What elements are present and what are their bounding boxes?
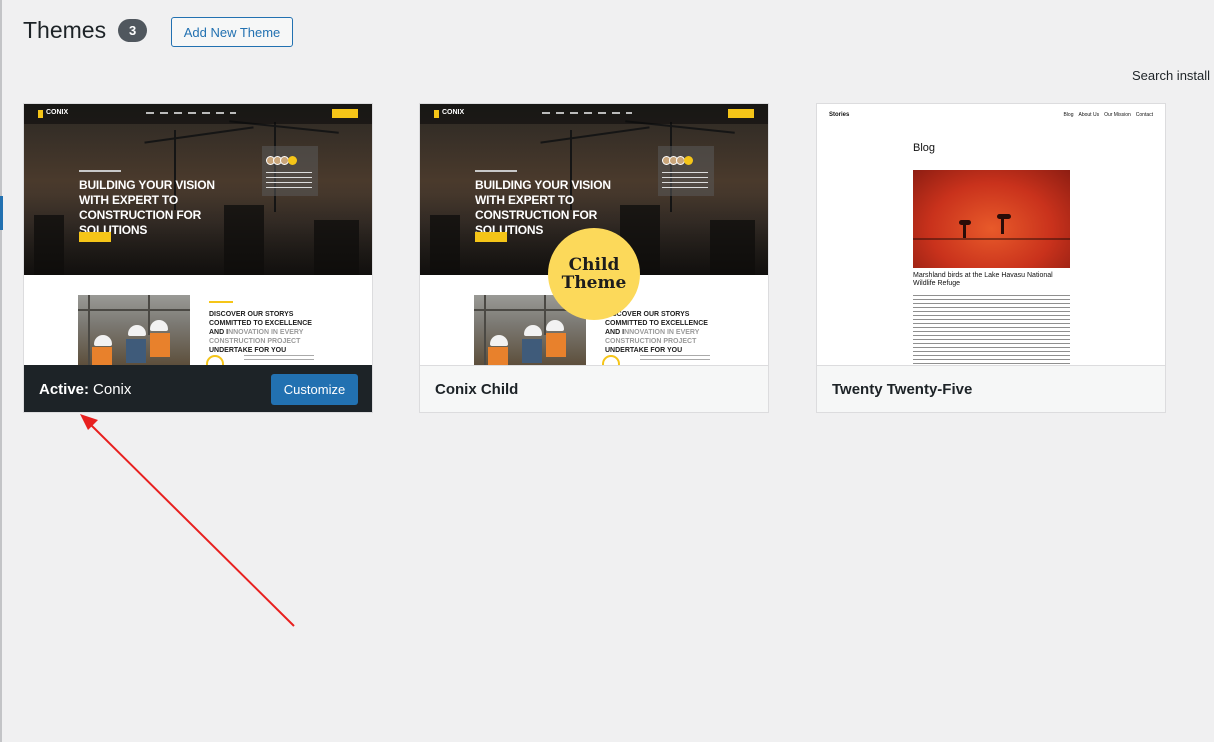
vest	[150, 333, 170, 357]
vest	[546, 333, 566, 357]
theme-screenshot-conix-child[interactable]: CONIX BUILDING YOUR VISION WITH EXPERT T…	[420, 104, 768, 365]
child-theme-badge: Child Theme	[548, 228, 640, 320]
theme-screenshot-twenty-twenty-five[interactable]: Stories Blog About Us Our Mission Contac…	[817, 104, 1165, 365]
search-installed-themes-label[interactable]: Search install	[1132, 68, 1210, 83]
theme-name: Conix	[93, 381, 132, 398]
preview-nav-item: Our Mission	[1104, 112, 1131, 118]
helmet	[150, 320, 168, 331]
theme-card-twenty-twenty-five[interactable]: Stories Blog About Us Our Mission Contac…	[816, 103, 1166, 413]
preview-nav-item: Blog	[1063, 112, 1074, 118]
theme-screenshot-conix[interactable]: CONIX BUILDING YOUR VISION WITH EXPERT T…	[24, 104, 372, 365]
avatar-plus-icon	[288, 156, 297, 165]
preview-section-title: DISCOVER OUR STORYS COMMITTED TO EXCELLE…	[605, 311, 708, 354]
preview-hero-title: BUILDING YOUR VISION WITH EXPERT TO CONS…	[475, 178, 611, 237]
preview-hero-card	[658, 146, 714, 196]
preview-section-text	[640, 355, 710, 363]
preview-hero-title: BUILDING YOUR VISION WITH EXPERT TO CONS…	[79, 178, 215, 237]
vest	[488, 347, 508, 365]
preview-nav-links	[146, 112, 236, 114]
vest	[522, 339, 542, 363]
child-badge-line-2: Theme	[561, 273, 627, 293]
theme-name: Twenty Twenty-Five	[832, 381, 973, 398]
preview-page: Stories Blog About Us Our Mission Contac…	[817, 104, 1165, 365]
preview-nav-cta	[332, 109, 358, 118]
bird	[959, 220, 971, 225]
theme-name: Conix Child	[435, 381, 519, 398]
helmet	[490, 335, 508, 346]
preview-nav-item: Contact	[1135, 112, 1153, 118]
preview-card-text	[662, 172, 708, 188]
theme-card-conix-child[interactable]: CONIX BUILDING YOUR VISION WITH EXPERT T…	[419, 103, 769, 413]
preview-body-text	[913, 295, 1070, 365]
preview-section-title: DISCOVER OUR STORYS COMMITTED TO EXCELLE…	[209, 311, 312, 354]
theme-active-bar: Active: Conix Customize	[24, 365, 372, 412]
preview-nav: CONIX	[24, 104, 372, 124]
arrow-head	[80, 414, 98, 430]
avatar-plus-icon	[684, 156, 693, 165]
preview-workers-image	[78, 295, 190, 365]
theme-card-conix[interactable]: CONIX BUILDING YOUR VISION WITH EXPERT T…	[23, 103, 373, 413]
admin-sidebar-active-marker	[0, 196, 3, 230]
preview-nav: Blog About Us Our Mission Contact	[1063, 112, 1153, 118]
preview-logo: CONIX	[46, 109, 69, 116]
preview-lower-section	[24, 275, 372, 365]
arrow-shaft	[89, 423, 295, 627]
logo-icon	[434, 110, 439, 118]
preview-hero-button	[475, 232, 507, 242]
helmet	[94, 335, 112, 346]
preview-nav-links	[542, 112, 632, 114]
helmet	[128, 325, 146, 336]
preview-brand: Stories	[829, 112, 850, 118]
theme-name-bar: Conix Child	[420, 365, 768, 412]
customize-button[interactable]: Customize	[271, 374, 358, 405]
preview-section-kicker	[209, 301, 233, 303]
preview-nav-item: About Us	[1078, 112, 1100, 118]
preview-hero-button	[79, 232, 111, 242]
crane-jib	[540, 126, 650, 144]
scaffold	[88, 295, 90, 365]
water-line	[913, 238, 1070, 240]
preview-card-text	[266, 172, 312, 188]
theme-count-badge: 3	[118, 19, 148, 42]
logo-icon	[38, 110, 43, 118]
child-badge-line-1: Child	[568, 255, 620, 275]
scaffold	[78, 309, 190, 311]
preview-birds-image	[913, 170, 1070, 268]
preview-section-text	[244, 355, 314, 363]
preview-hero: CONIX BUILDING YOUR VISION WITH EXPERT T…	[24, 104, 372, 275]
page-header: Themes 3	[23, 17, 148, 44]
admin-sidebar-edge	[0, 0, 2, 742]
theme-name-bar: Twenty Twenty-Five	[817, 365, 1165, 412]
vest	[126, 339, 146, 363]
preview-heading: Blog	[913, 142, 936, 154]
helmet	[546, 320, 564, 331]
bird	[997, 214, 1011, 219]
vest	[92, 347, 112, 365]
add-new-theme-button[interactable]: Add New Theme	[171, 17, 293, 47]
preview-nav: CONIX	[420, 104, 768, 124]
preview-caption: Marshland birds at the Lake Havasu Natio…	[913, 272, 1053, 287]
preview-kicker	[79, 170, 121, 172]
active-label: Active:	[39, 381, 90, 398]
preview-kicker	[475, 170, 517, 172]
preview-nav-cta	[728, 109, 754, 118]
preview-hero-card	[262, 146, 318, 196]
helmet	[524, 325, 542, 336]
scaffold	[484, 295, 486, 365]
page-title: Themes	[23, 17, 107, 43]
crane-jib	[144, 126, 254, 144]
preview-logo: CONIX	[442, 109, 465, 116]
